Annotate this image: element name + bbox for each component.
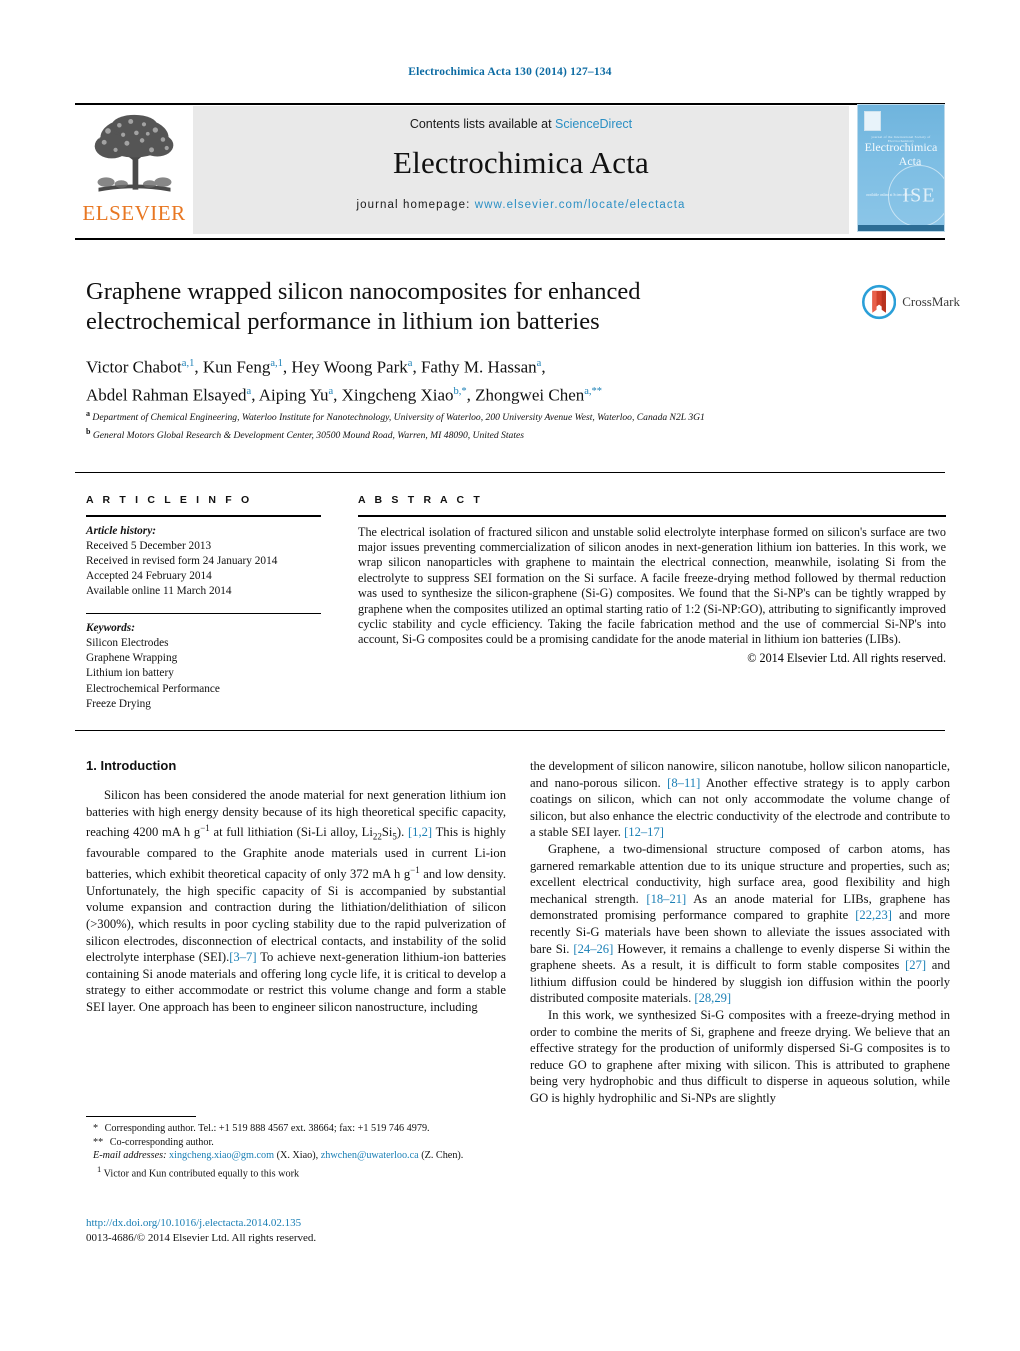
history-item: Received 5 December 2013 bbox=[86, 539, 212, 552]
elsevier-wordmark: ELSEVIER bbox=[82, 201, 186, 225]
masthead-bottom-rule bbox=[75, 238, 945, 240]
homepage-label: journal homepage: bbox=[356, 199, 471, 211]
author-line-1: Victor Chabota,1, Kun Fenga,1, Hey Woong… bbox=[86, 357, 546, 377]
ise-seal-icon bbox=[888, 165, 944, 227]
footnotes-block: * Corresponding author. Tel.: +1 519 888… bbox=[86, 1116, 506, 1181]
crossmark-label: CrossMark bbox=[902, 294, 960, 309]
author-list: Victor Chabota,1, Kun Fenga,1, Hey Woong… bbox=[86, 352, 886, 407]
cover-title: Electrochimica Acta bbox=[858, 140, 944, 169]
homepage-url-link[interactable]: www.elsevier.com/locate/electacta bbox=[475, 199, 686, 211]
article-info-heading: A R T I C L E I N F O bbox=[86, 494, 253, 506]
contents-prefix: Contents lists available at bbox=[409, 117, 552, 131]
page-title: Graphene wrapped silicon nanocomposites … bbox=[86, 278, 641, 335]
issn-copyright: 0013-4686/© 2014 Elsevier Ltd. All right… bbox=[86, 1232, 317, 1244]
article-history-block: Article history: Received 5 December 201… bbox=[86, 524, 321, 600]
abstract-column: A B S T R A C T The electrical isolation… bbox=[358, 494, 946, 666]
keyword-item: Electrochemical Performance bbox=[86, 682, 220, 695]
body-column-right: the development of silicon nanowire, sil… bbox=[530, 758, 950, 1106]
journal-title: Electrochimica Acta bbox=[393, 145, 649, 180]
history-item: Accepted 24 February 2014 bbox=[86, 570, 212, 583]
footnote-equal-contribution: 1 Victor and Kun contributed equally to … bbox=[97, 1163, 300, 1180]
keywords-label: Keywords: bbox=[86, 621, 135, 634]
paragraph: Graphene, a two-dimensional structure co… bbox=[530, 841, 951, 1006]
affiliations: a Department of Chemical Engineering, Wa… bbox=[86, 407, 876, 442]
affiliation-b: b General Motors Global Research & Devel… bbox=[86, 426, 524, 441]
keyword-item: Graphene Wrapping bbox=[86, 652, 178, 665]
keyword-item: Lithium ion battery bbox=[86, 667, 174, 680]
doi-link[interactable]: http://dx.doi.org/10.1016/j.electacta.20… bbox=[86, 1216, 516, 1231]
masthead-center: Contents lists available at ScienceDirec… bbox=[193, 106, 849, 234]
article-info-rule bbox=[86, 515, 321, 517]
doi-block: http://dx.doi.org/10.1016/j.electacta.20… bbox=[86, 1216, 516, 1246]
article-page: Electrochimica Acta 130 (2014) 127–134 E… bbox=[0, 0, 1020, 1351]
keywords-rule bbox=[86, 612, 321, 614]
cover-title-line1: Electrochimica bbox=[864, 140, 938, 154]
author-line-2: Abdel Rahman Elsayeda, Aiping Yua, Xingc… bbox=[86, 385, 603, 405]
keyword-item: Freeze Drying bbox=[86, 697, 151, 710]
info-top-rule bbox=[75, 472, 945, 474]
abstract-text: The electrical isolation of fractured si… bbox=[358, 524, 946, 647]
crossmark-icon bbox=[862, 284, 897, 320]
running-head: Electrochimica Acta 130 (2014) 127–134 bbox=[408, 66, 612, 78]
article-history-label: Article history: bbox=[86, 524, 156, 537]
body-column-left: 1. Introduction Silicon has been conside… bbox=[86, 758, 506, 1016]
elsevier-tree-icon bbox=[94, 114, 173, 192]
abstract-rule bbox=[358, 515, 946, 517]
cover-elsevier-icon bbox=[864, 111, 881, 131]
journal-masthead: ELSEVIER Contents lists available at Sci… bbox=[75, 103, 945, 236]
article-info-column: A R T I C L E I N F O Article history: R… bbox=[86, 494, 321, 712]
cover-footer-bar bbox=[858, 225, 944, 231]
masthead-top-rule bbox=[75, 103, 945, 105]
footnote-co-corresponding-author: ** Co-corresponding author. bbox=[93, 1136, 214, 1148]
journal-homepage-line: journal homepage: www.elsevier.com/locat… bbox=[193, 199, 849, 211]
affiliation-a: a Department of Chemical Engineering, Wa… bbox=[86, 409, 705, 424]
section-heading-introduction: 1. Introduction bbox=[86, 758, 177, 773]
paragraph: Silicon has been considered the anode ma… bbox=[86, 788, 506, 1015]
sciencedirect-link[interactable]: ScienceDirect bbox=[555, 117, 632, 131]
footnote-email-addresses: E-mail addresses: xingcheng.xiao@gm.com … bbox=[93, 1150, 464, 1162]
paragraph: the development of silicon nanowire, sil… bbox=[530, 759, 950, 840]
keywords-block: Keywords: Silicon Electrodes Graphene Wr… bbox=[86, 621, 321, 712]
history-item: Received in revised form 24 January 2014 bbox=[86, 555, 278, 567]
elsevier-logo: ELSEVIER bbox=[75, 103, 193, 236]
crossmark-badge[interactable]: CrossMark bbox=[862, 282, 960, 322]
abstract-copyright: © 2014 Elsevier Ltd. All rights reserved… bbox=[747, 650, 946, 665]
abstract-heading: A B S T R A C T bbox=[358, 494, 483, 506]
journal-cover-thumbnail[interactable]: journal of the International Society of … bbox=[849, 103, 945, 236]
body-divider-rule bbox=[75, 730, 945, 732]
footnote-corresponding-author: * Corresponding author. Tel.: +1 519 888… bbox=[93, 1123, 430, 1134]
footnote-rule bbox=[86, 1116, 196, 1117]
contents-available-line: Contents lists available at ScienceDirec… bbox=[193, 117, 849, 131]
paragraph: In this work, we synthesized Si-G compos… bbox=[530, 1007, 950, 1105]
history-item: Available online 11 March 2014 bbox=[86, 585, 232, 598]
keyword-item: Silicon Electrodes bbox=[86, 637, 169, 649]
